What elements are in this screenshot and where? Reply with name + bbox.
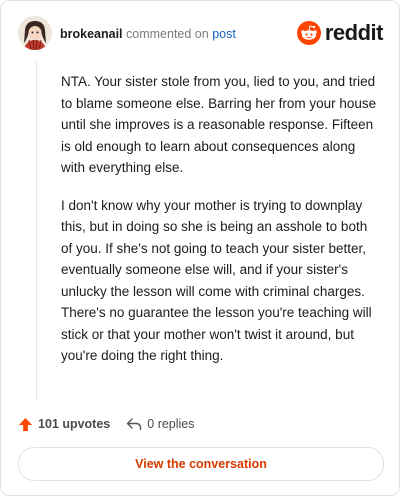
comment-paragraph: NTA. Your sister stole from you, lied to… bbox=[61, 74, 377, 175]
upvote-button[interactable]: 101 upvotes bbox=[18, 417, 110, 432]
comment-body: NTA. Your sister stole from you, lied to… bbox=[61, 71, 381, 383]
upvote-arrow-icon bbox=[18, 417, 33, 431]
commented-on-text: commented on bbox=[126, 27, 209, 41]
comment-paragraph: I don't know why your mother is trying t… bbox=[61, 197, 372, 364]
reply-count: 0 replies bbox=[147, 417, 195, 431]
username-link[interactable]: brokeanail bbox=[60, 27, 123, 41]
upvote-count: 101 upvotes bbox=[38, 417, 111, 431]
comment-header: brokeanail commented on post reddit bbox=[18, 16, 384, 52]
comment-embed-card: brokeanail commented on post reddit NTA.… bbox=[0, 0, 400, 496]
comment-meta: brokeanail commented on post bbox=[60, 26, 236, 42]
user-avatar-icon[interactable] bbox=[18, 16, 52, 50]
reply-button[interactable]: 0 replies bbox=[126, 417, 195, 431]
thread-line bbox=[36, 61, 37, 401]
reddit-wordmark: reddit bbox=[324, 20, 384, 45]
comment-actions: 101 upvotes 0 replies bbox=[18, 415, 195, 433]
reddit-logo[interactable]: reddit bbox=[296, 20, 384, 46]
view-conversation-button[interactable]: View the conversation bbox=[18, 447, 384, 481]
reddit-alien-icon bbox=[296, 21, 321, 45]
reply-arrow-icon bbox=[127, 418, 142, 431]
post-link[interactable]: post bbox=[212, 27, 236, 41]
